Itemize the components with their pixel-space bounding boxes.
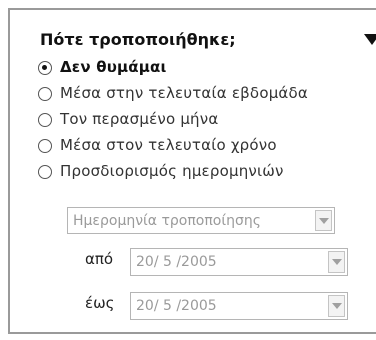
option-label: Προσδιορισμός ημερομηνιών <box>60 162 284 180</box>
radio-button[interactable] <box>38 87 52 101</box>
triangle-down-icon[interactable] <box>364 34 376 45</box>
radio-button[interactable] <box>38 165 52 179</box>
panel-title: Πότε τροποποιήθηκε; <box>40 30 236 49</box>
radio-button[interactable] <box>38 113 52 127</box>
from-date-picker[interactable]: 20/ 5 /2005 <box>130 248 348 276</box>
from-date-value: 20/ 5 /2005 <box>136 254 217 270</box>
search-date-panel: Πότε τροποποιήθηκε; Δεν θυμάμαι Μέσα στη… <box>8 8 376 334</box>
to-label: έως <box>85 294 115 312</box>
chevron-down-icon[interactable] <box>315 210 332 231</box>
option-label: Δεν θυμάμαι <box>60 58 167 76</box>
chevron-down-icon[interactable] <box>328 251 345 273</box>
from-label: από <box>85 250 114 268</box>
chevron-down-icon[interactable] <box>328 295 345 317</box>
to-date-value: 20/ 5 /2005 <box>136 298 217 314</box>
date-type-value: Ημερομηνία τροποποίησης <box>73 213 261 229</box>
radio-button-selected[interactable] <box>38 61 52 75</box>
to-date-picker[interactable]: 20/ 5 /2005 <box>130 292 348 320</box>
option-label: Μέσα στον τελευταίο χρόνο <box>60 136 277 154</box>
option-label: Μέσα στην τελευταία εβδομάδα <box>60 84 308 102</box>
radio-button[interactable] <box>38 139 52 153</box>
option-label: Τον περασμένο μήνα <box>60 110 219 128</box>
date-type-select[interactable]: Ημερομηνία τροποποίησης <box>67 207 335 234</box>
